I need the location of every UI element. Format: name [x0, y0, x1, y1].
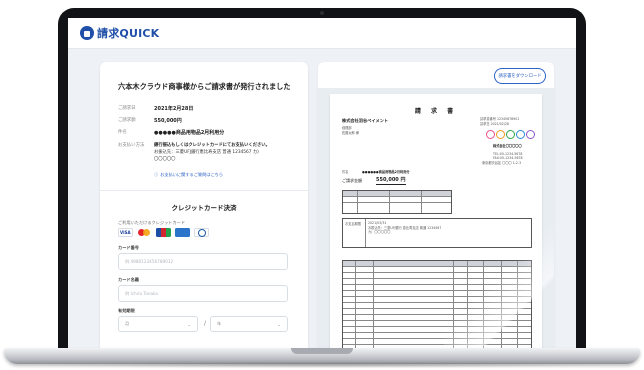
- info-row-subject: 件名 ●●●●●商品用物品2月利用分: [118, 129, 224, 136]
- expiry-label: 有効期限: [118, 308, 135, 313]
- grid-line: [421, 191, 422, 213]
- laptop-shadow: [20, 362, 624, 368]
- invoice-meta: 請求日 2021/02/28: [480, 122, 509, 126]
- expiry-year-value: 年: [217, 321, 222, 326]
- mastercard-icon: [137, 228, 152, 237]
- payment-line: 〇〇〇〇〇: [154, 157, 176, 162]
- app-header: 請求QUICK: [68, 18, 576, 49]
- invoice-customer-person: 佐藤太郎 様: [342, 131, 359, 135]
- brands-label: ご利用いただけるクレジットカード: [118, 220, 186, 225]
- expiry-month-select[interactable]: 月 ⌄: [118, 316, 198, 332]
- info-row-amount: ご請求額 550,000円: [118, 117, 182, 124]
- amex-icon: [175, 228, 190, 237]
- chevron-down-icon: ⌄: [187, 321, 191, 327]
- info-label: お支払い方法: [118, 143, 145, 148]
- invoice-issuer: 株式会社〇〇〇〇〇: [493, 144, 522, 148]
- chevron-down-icon: ⌄: [277, 321, 281, 327]
- expiry-month-value: 月: [125, 321, 130, 326]
- grid-line: [501, 261, 502, 352]
- payment-line: お振込先：三菱UFJ銀行恵比寿支店 普通 1234567 カ): [154, 150, 259, 155]
- invoice-customer: 株式会社羽谷ペイメント: [342, 118, 389, 123]
- app-logo[interactable]: 請求QUICK: [80, 25, 159, 41]
- info-value: 2021年2月28日: [154, 106, 194, 112]
- payment-line: 銀行振込もしくはクレジットカードにてお支払いください。: [154, 143, 270, 148]
- stamp-icon: [496, 130, 505, 139]
- info-label: ご請求額: [118, 118, 136, 123]
- notice-title: 六本木クラウド商事様からご請求書が発行されました: [118, 82, 291, 91]
- grid-line: [467, 261, 468, 352]
- info-value: 550,000円: [154, 118, 182, 124]
- visa-icon: [118, 228, 133, 237]
- divider: [100, 190, 308, 191]
- grid-line: [517, 261, 518, 352]
- laptop-bezel: 請求QUICK 六本木クラウド商事様からご請求書が発行されました ご請求日 20…: [58, 8, 586, 352]
- line-items-table: [342, 260, 532, 352]
- grid-line: [389, 191, 390, 213]
- payment-details: 銀行振込もしくはクレジットカードにてお支払いください。 お振込先：三菱UFJ銀行…: [154, 142, 270, 163]
- info-value: ●●●●●商品用物品2月利用分: [154, 130, 225, 136]
- invoice-document: 請 求 書 請求書番号 12345678901 請求日 2021/02/28 株…: [330, 94, 542, 352]
- camera-icon: [320, 11, 324, 15]
- info-label: 件名: [118, 130, 127, 135]
- card-name-input[interactable]: 例 Ichiro Tanaka: [118, 285, 288, 302]
- card-number-input[interactable]: 例 4980123456789012: [118, 253, 288, 270]
- card-name-label: カード名義: [118, 277, 139, 282]
- subject-value: ●●●●●●商品用物品2月利用分: [362, 170, 410, 174]
- grid-line: [355, 261, 356, 352]
- grid-line: [373, 261, 374, 352]
- info-label: ご請求日: [118, 106, 136, 111]
- stamp-icon: [506, 130, 515, 139]
- issuer-meta: 東京都渋谷区 〇〇〇 1-2-3: [482, 161, 522, 165]
- grid-line: [365, 219, 366, 247]
- card-brands: [118, 228, 209, 237]
- question-icon: ⓘ: [154, 172, 159, 177]
- grid-line: [483, 261, 484, 352]
- diners-icon: [194, 228, 209, 237]
- invoice-preview-panel: 請求書をダウンロード 請 求 書 請求書番号 12345678901 請求日 2…: [318, 62, 554, 352]
- jcb-icon: [156, 228, 171, 237]
- laptop-notch: [291, 348, 353, 354]
- laptop-screen: 請求QUICK 六本木クラウド商事様からご請求書が発行されました ご請求日 20…: [68, 18, 576, 352]
- stamp-icon: [486, 130, 495, 139]
- subject-label: 件名: [342, 170, 349, 174]
- stamp-icon: [516, 130, 525, 139]
- help-link[interactable]: ⓘ お支払いに関するご質問はこちら: [154, 172, 223, 178]
- summary-table: [342, 190, 452, 214]
- amount-label: ご請求金額: [342, 177, 362, 183]
- info-row-payment: お支払い方法 銀行振込もしくはクレジットカードにてお支払いください。 お振込先：…: [118, 142, 270, 163]
- download-invoice-button[interactable]: 請求書をダウンロード: [494, 68, 546, 84]
- notes-line: カ）〇〇〇〇〇: [368, 230, 391, 234]
- summary-row: [343, 202, 451, 208]
- help-link-text: お支払いに関するご質問はこちら: [160, 172, 224, 177]
- preview-toolbar: 請求書をダウンロード: [318, 62, 554, 88]
- info-row-date: ご請求日 2021年2月28日: [118, 105, 193, 112]
- invoice-amount: ご請求金額 550,000 円: [342, 176, 406, 185]
- logo-icon: [80, 26, 94, 40]
- notes-label: お支払期限: [345, 222, 361, 226]
- grid-line: [357, 191, 358, 213]
- expiry-separator: /: [204, 320, 207, 327]
- company-stamps: [486, 130, 535, 139]
- invoice-doc-title: 請 求 書: [414, 108, 458, 115]
- credit-card-title: クレジットカード決済: [171, 204, 237, 212]
- amount-value: 550,000 円: [376, 177, 406, 185]
- notes-box: お支払期限 2021/03/31 お振込先：三菱UFJ銀行 恵比寿支店 普通 1…: [342, 218, 532, 248]
- logo-text: 請求QUICK: [97, 27, 160, 40]
- payment-panel: 六本木クラウド商事様からご請求書が発行されました ご請求日 2021年2月28日…: [100, 62, 308, 352]
- grid-line: [453, 261, 454, 352]
- expiry-year-select[interactable]: 年 ⌄: [210, 316, 288, 332]
- stamp-icon: [526, 130, 535, 139]
- card-number-label: カード番号: [118, 245, 139, 250]
